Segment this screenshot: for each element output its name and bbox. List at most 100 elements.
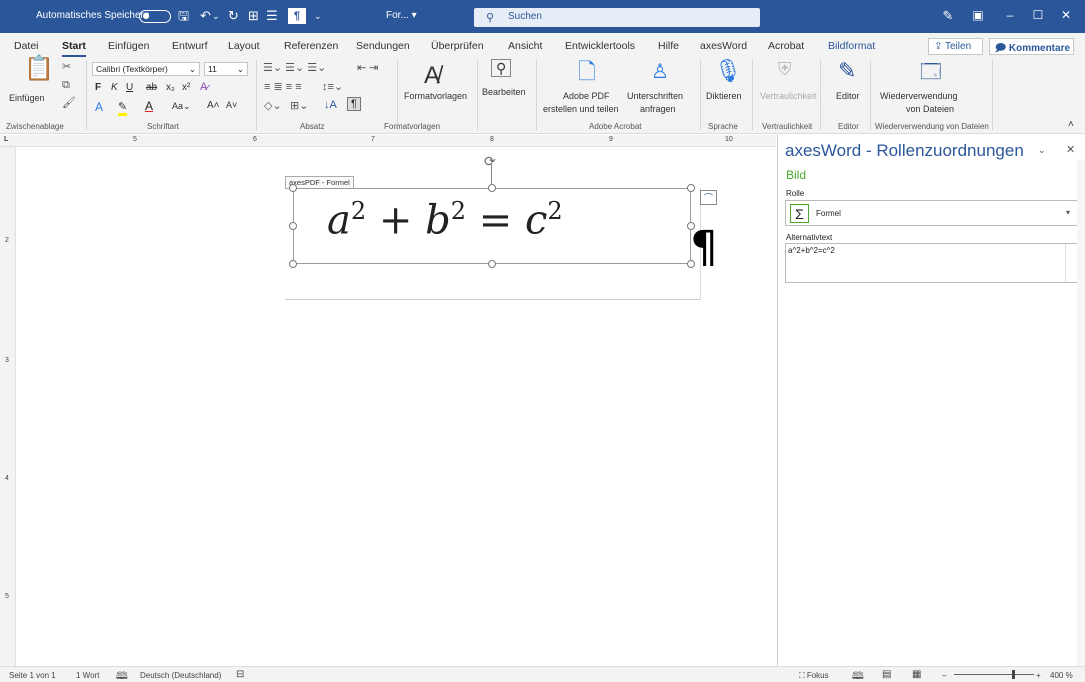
tab-bildformat[interactable]: Bildformat [828,40,875,52]
microphone-icon[interactable]: 🎙 [714,59,742,83]
change-case-button[interactable]: Aa⌄ [172,101,191,112]
minimize-button[interactable]: – [998,8,1022,22]
copy-icon[interactable]: ⧉ [62,77,70,93]
comments-button[interactable]: 🗩 Kommentare [989,38,1074,55]
maximize-button[interactable]: ☐ [1026,8,1050,22]
indent-icon[interactable]: ⇤ ⇥ [357,61,379,74]
resize-handle[interactable] [488,260,496,268]
subscript-button[interactable]: x₂ [166,82,175,93]
reuse-files-icon[interactable]: 🗔 [920,61,942,83]
pane-scrollbar[interactable] [1077,160,1085,666]
tab-acrobat[interactable]: Acrobat [768,40,804,52]
cut-icon[interactable]: ✂ [62,59,71,75]
font-name-combo[interactable]: Calibri (Textkörper) ⌄ [92,62,200,76]
tab-hilfe[interactable]: Hilfe [658,40,679,52]
zoom-out-button[interactable]: – [942,671,946,680]
ribbon-display-icon[interactable]: ▣ [966,8,990,22]
pane-options-icon[interactable]: ⌄ [1038,145,1046,156]
tab-einfuegen[interactable]: Einfügen [108,40,149,52]
reuse-label[interactable]: Wiederverwendung [880,91,958,101]
print-preview-icon[interactable]: ⊞ [248,8,259,24]
edit-label[interactable]: Bearbeiten [482,87,526,97]
tab-ueberpruefen[interactable]: Überprüfen [431,40,484,52]
tab-sendungen[interactable]: Sendungen [356,40,410,52]
redo-icon[interactable]: ↻ [228,8,239,24]
read-mode-icon[interactable]: 🕮 [852,669,864,682]
rotate-handle-icon[interactable]: ⟳ [484,153,496,170]
shading-icon[interactable]: ◇⌄ [264,99,282,112]
proofing-icon[interactable]: 🕮 [116,669,128,682]
sign-label[interactable]: Unterschriften [627,91,683,101]
shrink-font-button[interactable]: A˅ [226,100,237,110]
tab-datei[interactable]: Datei [14,40,39,52]
tab-referenzen[interactable]: Referenzen [284,40,338,52]
alt-text-scrollbar[interactable] [1065,244,1077,282]
print-layout-icon[interactable]: ▤ [882,669,891,680]
styles-icon[interactable]: A̸ [424,63,440,89]
sort-icon[interactable]: ↓A [324,99,337,111]
web-layout-icon[interactable]: ▦ [912,669,921,680]
create-pdf-icon[interactable]: 🗋 [578,61,596,83]
collapse-ribbon-icon[interactable]: ˄ [1068,119,1074,130]
search-box[interactable]: ⚲ Suchen [474,8,760,27]
vertical-ruler[interactable]: 2 3 4 5 [0,147,16,666]
borders-icon[interactable]: ⊞⌄ [290,99,308,112]
adobe-pdf-label-2[interactable]: erstellen und teilen [543,104,619,114]
list-icon[interactable]: ☰ [266,8,278,24]
clear-format-icon[interactable]: A̷ [200,81,207,93]
pilcrow-toggle[interactable]: ¶ [347,97,361,111]
paste-icon[interactable]: 📋 [24,57,54,81]
pen-icon[interactable]: ✎ [936,8,960,24]
horizontal-ruler[interactable]: L 5 6 7 8 9 10 [0,135,776,147]
tab-ansicht[interactable]: Ansicht [508,40,542,52]
highlight-icon[interactable]: ✎ [118,100,128,116]
italic-button[interactable]: K [111,82,118,93]
format-painter-icon[interactable]: 🖌 [62,95,76,111]
resize-handle[interactable] [289,184,297,192]
alt-text-field[interactable]: a^2+b^2=c^2 [785,243,1078,283]
zoom-slider[interactable] [954,674,1034,675]
tab-axesword[interactable]: axesWord [700,40,747,52]
font-size-combo[interactable]: 11 ⌄ [204,62,248,76]
zoom-level[interactable]: 400 % [1050,671,1073,680]
strikethrough-button[interactable]: ab [146,82,157,93]
styles-label[interactable]: Formatvorlagen [404,91,467,101]
zoom-slider-thumb[interactable] [1012,670,1015,679]
zoom-in-button[interactable]: + [1036,671,1041,680]
signature-icon[interactable]: ♙ [651,61,669,83]
share-button[interactable]: ⇪ Teilen [928,38,983,55]
tab-entwicklertools[interactable]: Entwicklertools [565,40,635,52]
role-select[interactable]: Σ Formel ▾ [785,200,1078,226]
document-name[interactable]: For... ▾ [386,10,417,21]
editor-icon[interactable]: ✎ [838,59,856,83]
resize-handle[interactable] [289,260,297,268]
dictate-label[interactable]: Diktieren [706,91,742,101]
paste-label[interactable]: Einfügen [9,93,45,103]
superscript-button[interactable]: x² [182,82,190,93]
sign-label-2[interactable]: anfragen [640,104,676,114]
align-icons[interactable]: ≡ ≣ ≡ ≡ [264,80,302,93]
resize-handle[interactable] [687,184,695,192]
resize-handle[interactable] [289,222,297,230]
word-count[interactable]: 1 Wort [76,671,99,680]
customize-toolbar-icon[interactable]: ⌄ [314,8,322,24]
save-icon[interactable]: 🖫 [178,8,189,24]
tab-selector[interactable]: L [4,136,8,143]
editor-label[interactable]: Editor [836,91,860,101]
tab-layout[interactable]: Layout [228,40,260,52]
layout-options-icon[interactable]: ⌒ [700,190,717,205]
bullets-icon[interactable]: ☰⌄ ☰⌄ ☰⌄ [263,61,326,74]
close-button[interactable]: ✕ [1054,8,1078,22]
adobe-pdf-label[interactable]: Adobe PDF [563,91,610,101]
undo-icon[interactable]: ↶ [200,8,211,24]
undo-dropdown-icon[interactable]: ⌄ [212,8,220,24]
language[interactable]: Deutsch (Deutschland) [140,671,221,680]
line-spacing-icon[interactable]: ↕≡⌄ [322,80,343,93]
autosave-toggle[interactable] [139,10,171,23]
text-effects-icon[interactable]: A [95,100,103,114]
page-count[interactable]: Seite 1 von 1 [9,671,56,680]
bold-button[interactable]: F [95,82,101,93]
font-color-icon[interactable]: A [145,99,153,113]
resize-handle[interactable] [488,184,496,192]
accessibility-icon[interactable]: ⊟ [236,669,244,680]
